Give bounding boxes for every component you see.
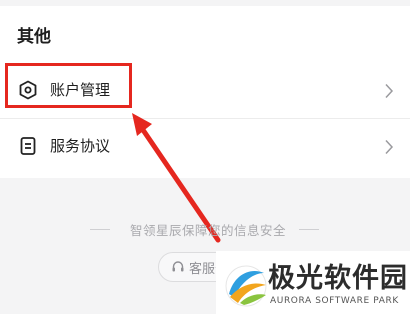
highlight-box: [5, 63, 132, 108]
security-notice: 智领星辰保障您的信息安全: [0, 219, 410, 241]
watermark-subtitle: AURORA SOFTWARE PARK: [270, 296, 399, 306]
aurora-logo-icon: [225, 265, 267, 307]
chevron-right-icon: [385, 139, 394, 155]
chevron-right-icon: [385, 83, 394, 99]
security-text: 智领星辰保障您的信息安全: [129, 223, 286, 238]
headset-icon: [172, 261, 184, 272]
security-left-line: [90, 229, 110, 230]
document-icon: [20, 137, 36, 155]
watermark: 极光软件园 AURORA SOFTWARE PARK: [216, 251, 410, 314]
service-agreement-label: 服务协议: [50, 137, 111, 155]
section-title: 其他: [17, 27, 51, 47]
security-right-line: [299, 229, 319, 230]
top-gap: [0, 0, 410, 6]
watermark-title: 极光软件园: [268, 263, 408, 294]
service-agreement-row[interactable]: 服务协议: [0, 118, 410, 176]
